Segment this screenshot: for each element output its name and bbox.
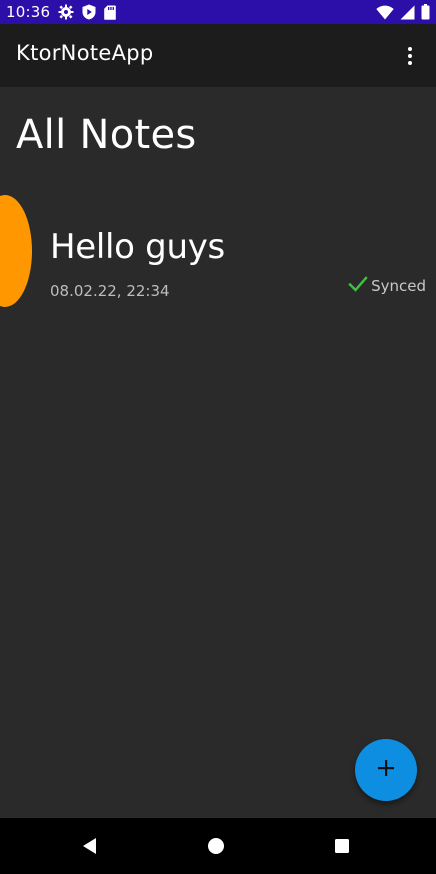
- note-title: Hello guys: [50, 227, 225, 267]
- page-title: All Notes: [16, 112, 197, 158]
- navigation-bar: [0, 818, 436, 874]
- add-note-button[interactable]: [355, 739, 417, 801]
- sync-status: Synced: [348, 275, 426, 297]
- home-icon[interactable]: [206, 836, 226, 856]
- app-title: KtorNoteApp: [16, 41, 154, 65]
- status-time: 10:36: [6, 3, 51, 21]
- signal-icon: [400, 5, 415, 20]
- note-color-indicator: [0, 195, 32, 307]
- wifi-icon: [376, 5, 394, 20]
- menu-dot: [408, 54, 412, 58]
- status-right-icons: [376, 4, 430, 20]
- sd-card-icon: [104, 5, 116, 20]
- battery-icon: [421, 4, 430, 20]
- menu-dot: [408, 61, 412, 65]
- gear-icon: [58, 4, 74, 20]
- sync-label: Synced: [371, 277, 426, 295]
- status-bar: 10:36: [0, 0, 436, 24]
- menu-dot: [408, 47, 412, 51]
- note-date: 08.02.22, 22:34: [50, 282, 170, 300]
- recents-icon[interactable]: [332, 836, 352, 856]
- shield-play-icon: [82, 4, 96, 20]
- screen: 10:36 KtorNoteApp All Notes Hello guys 0…: [0, 0, 436, 874]
- more-vert-icon[interactable]: [398, 44, 422, 68]
- back-icon[interactable]: [80, 836, 100, 856]
- plus-icon: [377, 759, 395, 781]
- status-left-icons: [58, 4, 116, 20]
- checkmark-icon: [348, 275, 368, 297]
- app-bar: KtorNoteApp: [0, 24, 436, 87]
- note-list-item[interactable]: Hello guys 08.02.22, 22:34 Synced: [0, 195, 436, 309]
